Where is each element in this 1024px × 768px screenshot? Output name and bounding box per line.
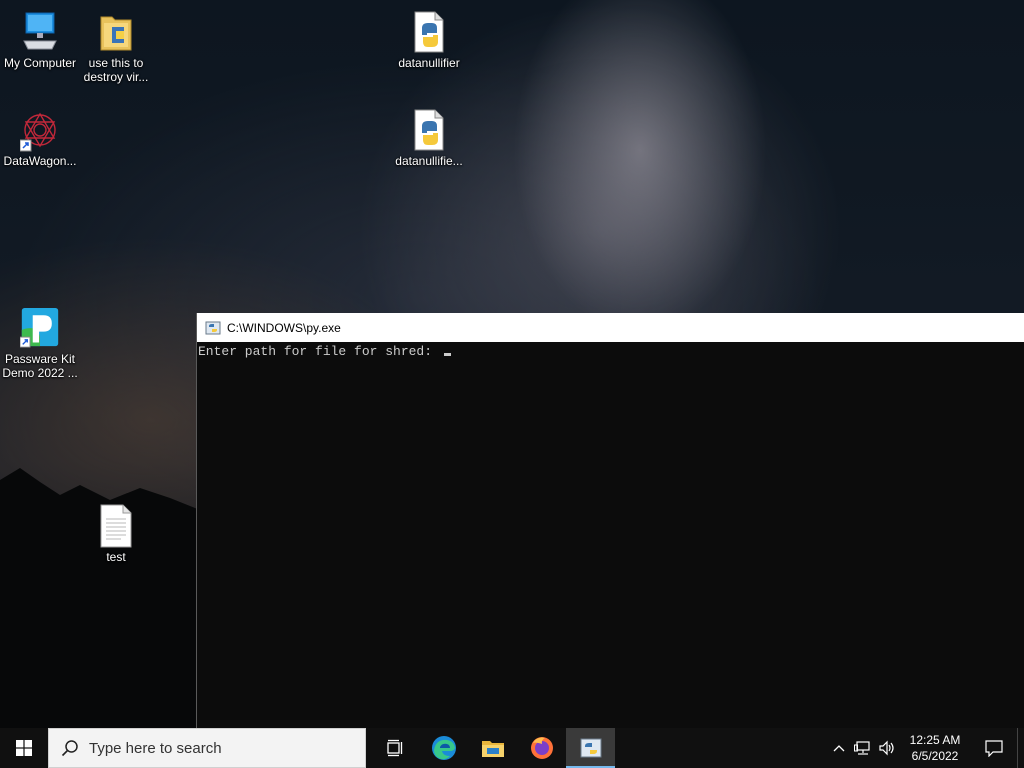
python-file-icon <box>409 10 449 54</box>
text-file-icon <box>96 504 136 548</box>
desktop-icon-label: DataWagon... <box>3 154 77 168</box>
console-titlebar[interactable]: C:\WINDOWS\py.exe <box>197 313 1024 342</box>
computer-icon <box>20 10 60 54</box>
python-launcher-icon <box>580 738 601 758</box>
notification-icon <box>985 740 1003 757</box>
passware-icon <box>20 306 60 350</box>
file-explorer-icon <box>481 741 504 757</box>
clock-date: 6/5/2022 <box>911 749 959 763</box>
folder-icon <box>96 10 136 54</box>
desktop-icon-label: datanullifier <box>398 56 460 70</box>
edge-icon <box>431 736 456 760</box>
console-prompt: Enter path for file for shred: <box>198 344 440 359</box>
python-launcher-icon <box>205 321 221 334</box>
system-tray: 12:25 AM 6/5/2022 <box>827 728 1024 768</box>
firefox-button[interactable] <box>517 728 566 768</box>
clock-time: 12:25 AM <box>909 733 961 747</box>
firefox-icon <box>530 737 553 759</box>
task-view-button[interactable] <box>370 728 419 768</box>
desktop-icon-label: My Computer <box>3 56 77 70</box>
search-placeholder: Type here to search <box>89 739 222 757</box>
search-icon <box>61 740 78 757</box>
desktop-icon-label: test <box>106 550 126 564</box>
desktop-icon-label: datanullifie... <box>395 154 463 168</box>
desktop-icon-my-computer[interactable]: My Computer <box>0 10 80 70</box>
desktop-icon-passware[interactable]: Passware Kit Demo 2022 ... <box>0 306 80 380</box>
file-explorer-button[interactable] <box>468 728 517 768</box>
desktop-icon-datanullifier-2[interactable]: datanullifie... <box>389 108 469 168</box>
desktop-icon-test[interactable]: test <box>76 504 156 564</box>
edge-button[interactable] <box>419 728 468 768</box>
taskbar-clock[interactable]: 12:25 AM 6/5/2022 <box>903 732 967 764</box>
task-view-icon <box>386 739 402 757</box>
text-cursor <box>443 353 451 356</box>
python-file-icon <box>409 108 449 152</box>
chevron-up-icon <box>833 745 845 752</box>
action-center-button[interactable] <box>971 728 1017 768</box>
volume-button[interactable] <box>875 728 899 768</box>
desktop-icon-datawagon[interactable]: DataWagon... <box>0 108 80 168</box>
start-button[interactable] <box>0 728 48 768</box>
desktop-icon-label: Passware Kit Demo 2022 ... <box>2 352 78 380</box>
taskbar: Type here to search 12:25 AM 6/5/2022 <box>0 728 1024 768</box>
network-button[interactable] <box>851 728 875 768</box>
console-output[interactable]: Enter path for file for shred: <box>197 342 1024 361</box>
desktop-icon-datanullifier[interactable]: datanullifier <box>389 10 469 70</box>
desktop-icon-folder[interactable]: use this to destroy vir... <box>76 10 156 84</box>
console-window[interactable]: C:\WINDOWS\py.exe Enter path for file fo… <box>196 313 1024 728</box>
python-launcher-taskbar-button[interactable] <box>566 728 615 768</box>
windows-logo-icon <box>16 740 32 756</box>
show-desktop-button[interactable] <box>1017 728 1024 768</box>
datawagon-icon <box>20 108 60 152</box>
desktop-icon-label: use this to destroy vir... <box>83 56 149 84</box>
network-icon <box>854 741 870 755</box>
speaker-icon <box>879 740 894 756</box>
console-title: C:\WINDOWS\py.exe <box>227 320 341 335</box>
taskbar-search-box[interactable]: Type here to search <box>48 728 366 768</box>
show-hidden-icons-button[interactable] <box>827 728 851 768</box>
